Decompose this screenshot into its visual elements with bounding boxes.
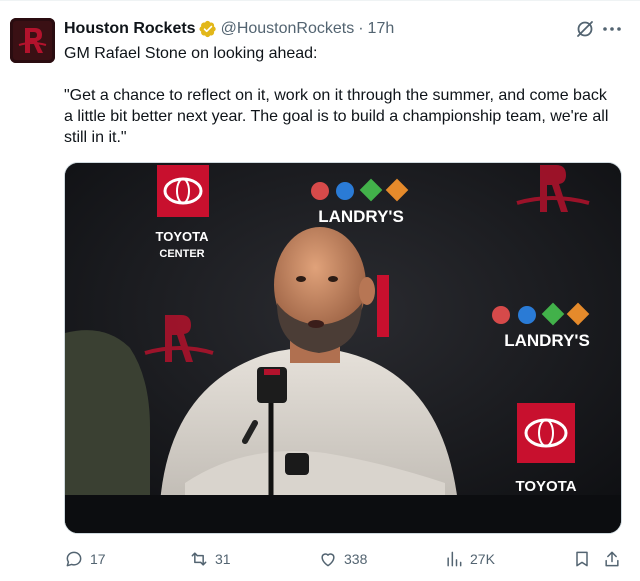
- verified-badge-icon[interactable]: [199, 20, 217, 38]
- landrys-text-right: LANDRY'S: [504, 331, 590, 350]
- toyota-logo-icon: [517, 403, 575, 463]
- tweet-photo[interactable]: TOYOTA CENTER LANDRY'S LANDRY'S TOYOTA: [64, 162, 622, 534]
- tweet-text: GM Rafael Stone on looking ahead: "Get a…: [64, 43, 616, 148]
- share-icon: [605, 551, 619, 567]
- tweet-text-quote: "Get a chance to reflect on it, work on …: [64, 87, 609, 146]
- reply-count: 17: [90, 551, 106, 567]
- toyota-center-text: TOYOTA: [156, 229, 210, 244]
- tweet-card[interactable]: Houston Rockets @HoustonRockets · 17h GM…: [0, 0, 640, 581]
- landrys-text: LANDRY'S: [318, 207, 404, 226]
- toyota-center-subtext: CENTER: [159, 248, 204, 260]
- tweet-timestamp[interactable]: 17h: [368, 20, 395, 38]
- avatar[interactable]: [10, 18, 55, 63]
- grok-icon[interactable]: [574, 18, 596, 40]
- like-button[interactable]: 338: [318, 546, 367, 572]
- tweet-header: Houston Rockets @HoustonRockets · 17h: [64, 18, 394, 40]
- toyota-center-text-right: TOYOTA: [515, 478, 576, 495]
- share-button[interactable]: [602, 546, 628, 572]
- bookmark-button[interactable]: [572, 546, 598, 572]
- bookmark-icon: [576, 551, 588, 567]
- views-icon: [447, 551, 462, 567]
- more-icon[interactable]: [600, 18, 624, 40]
- action-bar: 17 31 338 27K: [64, 546, 624, 572]
- rockets-logo-icon: [10, 18, 55, 63]
- retweet-count: 31: [215, 551, 231, 567]
- heart-icon: [321, 553, 335, 567]
- toyota-logo-icon: [157, 165, 209, 217]
- retweet-button[interactable]: 31: [189, 546, 231, 572]
- tweet-text-line1: GM Rafael Stone on looking ahead:: [64, 45, 318, 62]
- reply-button[interactable]: 17: [64, 546, 106, 572]
- retweet-icon: [191, 552, 207, 566]
- like-count: 338: [344, 551, 368, 567]
- views-count: 27K: [470, 551, 495, 567]
- reply-icon: [66, 551, 82, 567]
- author-handle[interactable]: @HoustonRockets: [221, 20, 355, 38]
- views-button[interactable]: 27K: [444, 546, 495, 572]
- author-name[interactable]: Houston Rockets: [64, 20, 196, 38]
- header-separator: ·: [358, 20, 364, 37]
